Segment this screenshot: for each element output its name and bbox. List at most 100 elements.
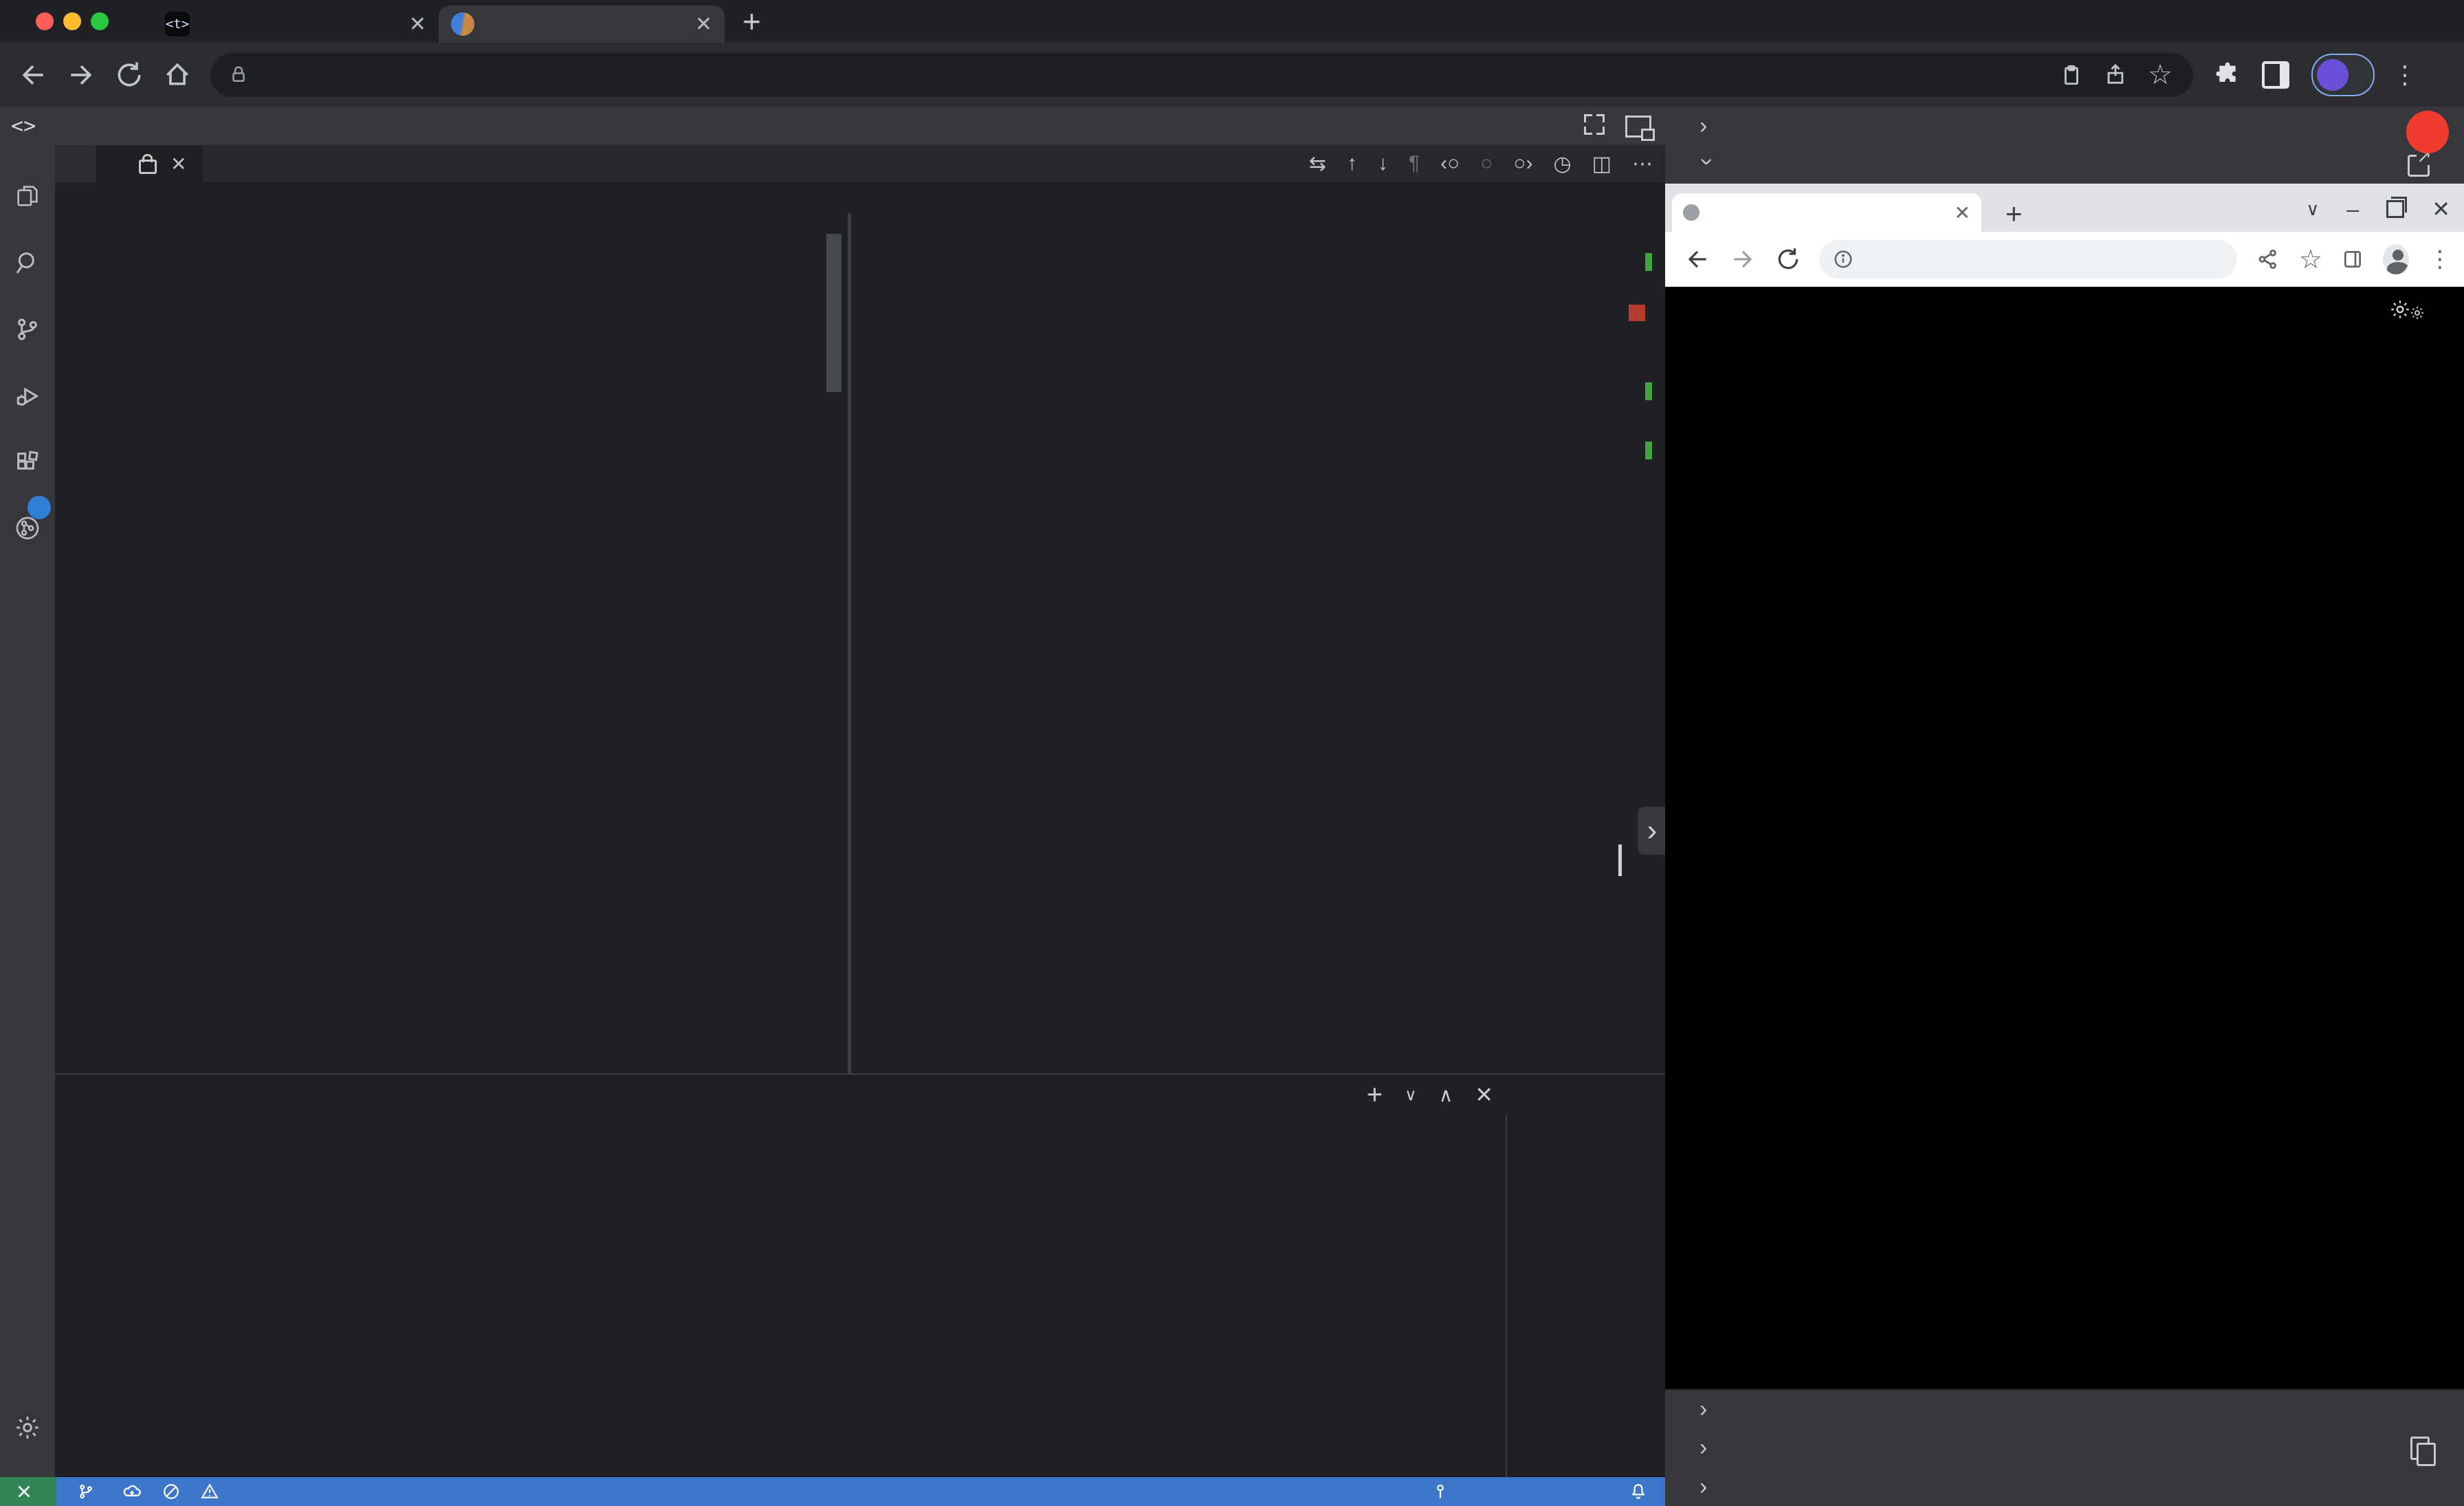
next-diff-down-icon[interactable]: ↓ [1378,152,1388,175]
maximize-panel-icon[interactable]: ∧ [1439,1084,1453,1106]
address-bar[interactable]: ☆ [210,53,2193,97]
right-panel: › › ✕ + ∨ – [1665,107,2464,1506]
warnings-icon [201,1483,219,1500]
git-clone-action[interactable] [2410,1437,2464,1460]
status-bar [0,1477,1665,1506]
browser-tab-wetty[interactable]: ✕ [439,6,725,43]
diff-pane-original[interactable] [55,213,848,1073]
minimize-icon[interactable]: – [2346,197,2359,222]
close-icon[interactable]: ✕ [2432,196,2450,222]
close-window-button[interactable] [36,12,54,30]
share-icon[interactable] [2256,248,2280,271]
bookmark-star-icon[interactable]: ☆ [2299,244,2322,275]
blame-item[interactable] [1431,1483,1456,1500]
wetty-settings-gears-icon[interactable] [2388,298,2426,321]
preview-new-tab-button[interactable]: + [2005,197,2023,230]
user-badge[interactable] [2406,111,2449,153]
preview-url-field[interactable] [1819,240,2237,279]
extensions-icon[interactable] [14,449,41,477]
close-tab-icon[interactable]: ✕ [1955,201,1970,224]
ide-menubar: <> [0,107,1665,145]
ruler-added-mark [1645,441,1652,459]
close-tab-icon[interactable]: ✕ [695,12,712,36]
tab-search-chevron-icon[interactable]: ∨ [2306,199,2319,220]
reload-icon[interactable] [114,60,144,90]
forward-icon[interactable] [1730,246,1756,272]
left-scrollbar[interactable] [826,234,842,392]
git-branch-item[interactable] [77,1483,102,1500]
sync-item[interactable] [122,1482,142,1501]
clone-icon [2410,1437,2430,1460]
new-terminal-icon[interactable]: + [1367,1080,1383,1111]
ruler-added-mark [1645,382,1652,400]
terminal-dropdown-icon[interactable]: ∨ [1405,1085,1417,1105]
preview-viewport[interactable] [1665,287,2464,1389]
panel-expand-button[interactable]: › [1638,807,1666,855]
chevron-right-icon: › [1700,1396,1715,1423]
diff-pane-modified[interactable] [851,213,1665,1073]
layout-icon[interactable] [1625,116,1651,138]
share-icon[interactable] [2104,63,2127,87]
bookmark-star-icon[interactable]: ☆ [2148,59,2172,91]
chevron-down-icon: › [1694,158,1721,173]
search-icon[interactable] [14,249,41,276]
terminal-output[interactable] [82,1117,1499,1474]
profile-avatar-icon[interactable] [2383,244,2409,274]
profile-chip[interactable] [2311,54,2375,96]
maximize-icon[interactable] [1584,114,1605,135]
section-git[interactable]: › [1665,1428,2464,1467]
problems-item[interactable] [162,1483,226,1500]
more-actions-icon[interactable]: ⋯ [1632,152,1653,176]
close-panel-icon[interactable]: ✕ [1475,1082,1493,1108]
info-icon[interactable] [1833,249,1854,270]
preview-address-bar: ☆ ⋮ [1665,232,2464,287]
editor-toolbar: ⇆ ↑ ↓ ¶ ‹○ ○ ○› ◷ ◫ ⋯ [1309,145,1665,182]
side-panel-icon[interactable] [2262,61,2289,89]
extensions-puzzle-icon[interactable] [2214,61,2241,89]
open-new-window-action[interactable] [2408,155,2464,177]
section-settings[interactable]: › [1665,107,2464,146]
home-icon[interactable] [162,60,192,90]
back-icon[interactable] [1684,246,1710,272]
explorer-icon[interactable] [14,182,41,210]
minimize-window-button[interactable] [63,12,81,30]
revert-change-icon[interactable]: ‹○ [1440,152,1460,175]
breadcrumb[interactable] [55,182,1665,213]
timeline-icon[interactable]: ◷ [1553,152,1571,176]
section-ports[interactable]: › [1665,1389,2464,1428]
forward-icon[interactable] [66,60,96,90]
reading-mode-icon[interactable] [2342,248,2364,270]
preview-tab[interactable]: ✕ [1672,193,1981,232]
save-clipboard-icon[interactable] [2060,63,2083,87]
terminal-actions: + ∨ ∧ ✕ [1367,1075,1493,1115]
back-icon[interactable] [18,60,48,90]
terminal-panel: + ∨ ∧ ✕ [55,1073,1665,1477]
split-editor-icon[interactable]: ◫ [1592,152,1612,176]
sync-cloud-icon [122,1482,142,1501]
notifications-bell-icon[interactable] [1629,1483,1647,1500]
section-browser[interactable]: › [1665,146,2464,185]
section-services[interactable]: › [1665,1467,2464,1506]
prev-diff-up-icon[interactable]: ↑ [1347,152,1357,175]
restore-icon[interactable] [2386,200,2404,218]
whitespace-icon[interactable]: ¶ [1409,152,1420,175]
browser-menu-icon[interactable]: ⋮ [2428,245,2452,273]
close-tab-icon[interactable]: ✕ [409,12,426,36]
editor-tab-diff[interactable]: ✕ [96,145,203,182]
sash-handle[interactable] [1618,844,1622,876]
source-control-icon[interactable] [14,316,41,343]
remote-indicator[interactable] [0,1477,56,1506]
run-debug-icon[interactable] [14,382,41,410]
next-change-icon[interactable]: ○› [1513,152,1532,175]
open-file-icon[interactable]: ⇆ [1309,152,1326,176]
browser-tab-project[interactable]: <t> ✕ [153,6,439,43]
settings-gear-icon[interactable] [14,1414,41,1441]
zoom-window-button[interactable] [91,12,109,30]
editor-tab-commandts[interactable] [55,145,96,182]
cloudide-favicon: <t> [165,12,190,36]
new-tab-button[interactable]: + [742,3,761,40]
preview-tabstrip: ✕ + ∨ – ✕ [1665,184,2464,232]
close-tab-icon[interactable]: ✕ [170,153,186,175]
reload-icon[interactable] [1775,246,1801,272]
browser-menu-icon[interactable]: ⋮ [2392,61,2417,89]
